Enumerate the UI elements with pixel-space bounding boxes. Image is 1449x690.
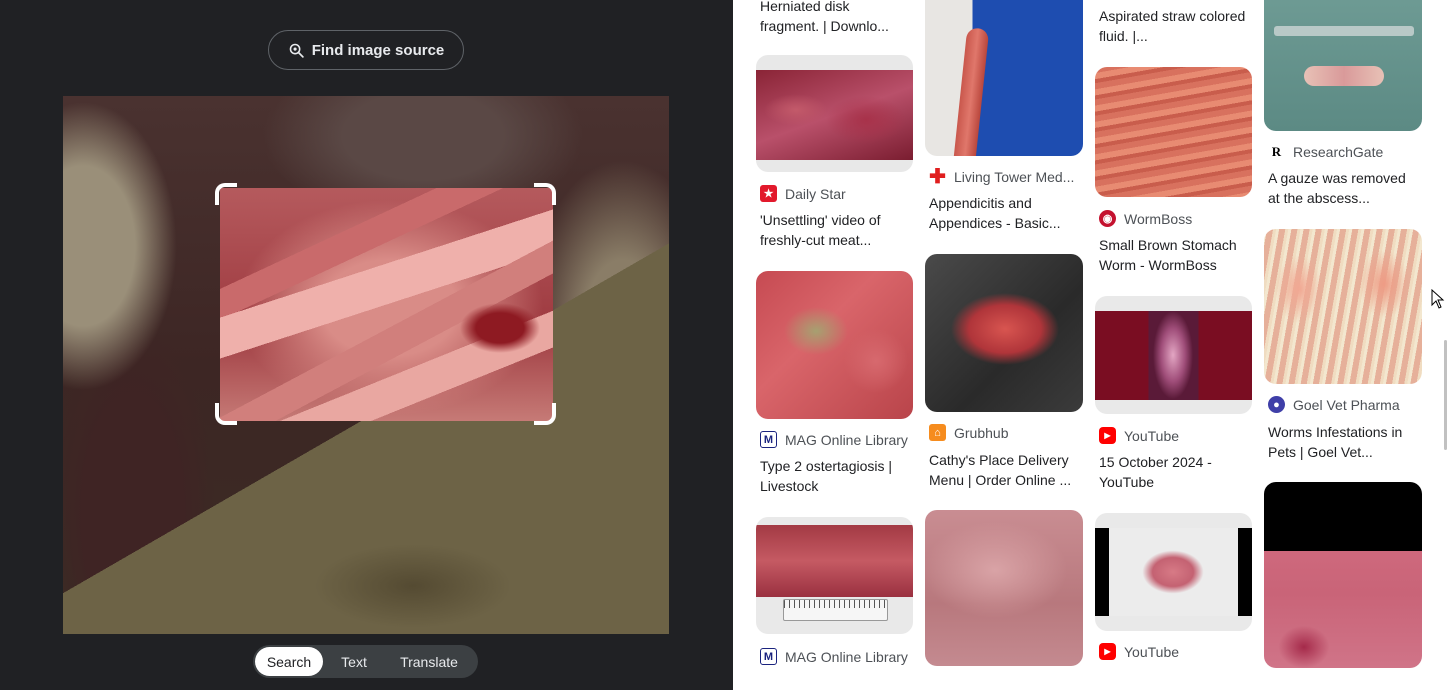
- selected-region[interactable]: [220, 188, 553, 421]
- result-title[interactable]: 'Unsettling' video of freshly-cut meat..…: [760, 210, 912, 250]
- search-mode-button[interactable]: Search: [255, 647, 323, 676]
- result-title[interactable]: Appendicitis and Appendices - Basic...: [929, 193, 1081, 233]
- result-thumbnail[interactable]: [756, 517, 913, 634]
- lens-mode-toggle: Search Text Translate: [253, 645, 478, 678]
- researchgate-icon: R: [1268, 143, 1285, 160]
- source-label: MAG Online Library: [785, 431, 908, 448]
- source-label: Daily Star: [785, 185, 846, 202]
- result-thumbnail[interactable]: [756, 55, 913, 172]
- result-thumbnail[interactable]: [925, 510, 1083, 666]
- grubhub-icon: ⌂: [929, 424, 946, 441]
- result-source[interactable]: M MAG Online Library: [760, 431, 918, 448]
- result-title[interactable]: Cathy's Place Delivery Menu | Order Onli…: [929, 450, 1081, 490]
- result-thumbnail[interactable]: [1264, 0, 1422, 131]
- red-cross-icon: ✚: [929, 168, 946, 185]
- mouse-cursor-icon: [1431, 289, 1445, 309]
- result-thumbnail[interactable]: [925, 254, 1083, 412]
- find-image-source-label: Find image source: [311, 41, 445, 59]
- result-title[interactable]: 15 October 2024 - YouTube: [1099, 452, 1251, 492]
- result-thumbnail[interactable]: [925, 0, 1083, 156]
- source-label: YouTube: [1124, 643, 1180, 660]
- crop-handle-top-right[interactable]: [534, 183, 556, 205]
- source-label: Grubhub: [954, 424, 1009, 441]
- goel-vet-pharma-icon: ●: [1268, 396, 1285, 413]
- result-thumbnail[interactable]: [1095, 513, 1252, 631]
- result-title[interactable]: Small Brown Stomach Worm - WormBoss: [1099, 235, 1251, 275]
- result-source[interactable]: ▶ YouTube: [1099, 427, 1257, 444]
- result-source[interactable]: ◉ WormBoss: [1099, 210, 1257, 227]
- result-thumbnail[interactable]: [1264, 229, 1422, 384]
- query-image[interactable]: [63, 96, 669, 634]
- result-source[interactable]: ⌂ Grubhub: [929, 424, 1087, 441]
- result-source[interactable]: R ResearchGate: [1268, 143, 1426, 160]
- lens-query-pane: Find image source Search Text Translate: [0, 0, 733, 690]
- youtube-icon: ▶: [1099, 643, 1116, 660]
- youtube-icon: ▶: [1099, 427, 1116, 444]
- result-title[interactable]: Aspirated straw colored fluid. |...: [1099, 6, 1251, 46]
- source-label: Goel Vet Pharma: [1293, 396, 1400, 413]
- daily-star-icon: ★: [760, 185, 777, 202]
- image-search-icon: [289, 43, 304, 58]
- crop-handle-bottom-right[interactable]: [534, 403, 556, 425]
- mag-online-library-icon: M: [760, 431, 777, 448]
- crop-handle-bottom-left[interactable]: [215, 403, 237, 425]
- source-label: ResearchGate: [1293, 143, 1384, 160]
- result-thumbnail[interactable]: [1264, 482, 1422, 668]
- result-source[interactable]: ★ Daily Star: [760, 185, 918, 202]
- mag-online-library-icon: M: [760, 648, 777, 665]
- visual-matches-pane: Herniated disk fragment. | Downlo... ★ D…: [733, 0, 1449, 690]
- translate-mode-button[interactable]: Translate: [385, 647, 473, 676]
- scrollbar-thumb[interactable]: [1444, 340, 1447, 450]
- source-label: MAG Online Library: [785, 648, 908, 665]
- result-title[interactable]: Herniated disk fragment. | Downlo...: [760, 0, 912, 36]
- source-label: YouTube: [1124, 427, 1180, 444]
- text-mode-button[interactable]: Text: [323, 647, 385, 676]
- crop-handle-top-left[interactable]: [215, 183, 237, 205]
- source-label: WormBoss: [1124, 210, 1193, 227]
- find-image-source-button[interactable]: Find image source: [268, 30, 464, 70]
- source-label: Living Tower Med...: [954, 168, 1075, 185]
- result-source[interactable]: ● Goel Vet Pharma: [1268, 396, 1426, 413]
- result-thumbnail[interactable]: [1095, 296, 1252, 414]
- wormboss-icon: ◉: [1099, 210, 1116, 227]
- result-source[interactable]: ▶ YouTube: [1099, 643, 1257, 660]
- result-thumbnail[interactable]: [1095, 67, 1252, 197]
- result-title[interactable]: Type 2 ostertagiosis | Livestock: [760, 456, 912, 496]
- result-source[interactable]: M MAG Online Library: [760, 648, 918, 665]
- result-title[interactable]: A gauze was removed at the abscess...: [1268, 168, 1420, 208]
- result-thumbnail[interactable]: [756, 271, 913, 419]
- result-title[interactable]: Worms Infestations in Pets | Goel Vet...: [1268, 422, 1420, 462]
- result-source[interactable]: ✚ Living Tower Med...: [929, 168, 1087, 185]
